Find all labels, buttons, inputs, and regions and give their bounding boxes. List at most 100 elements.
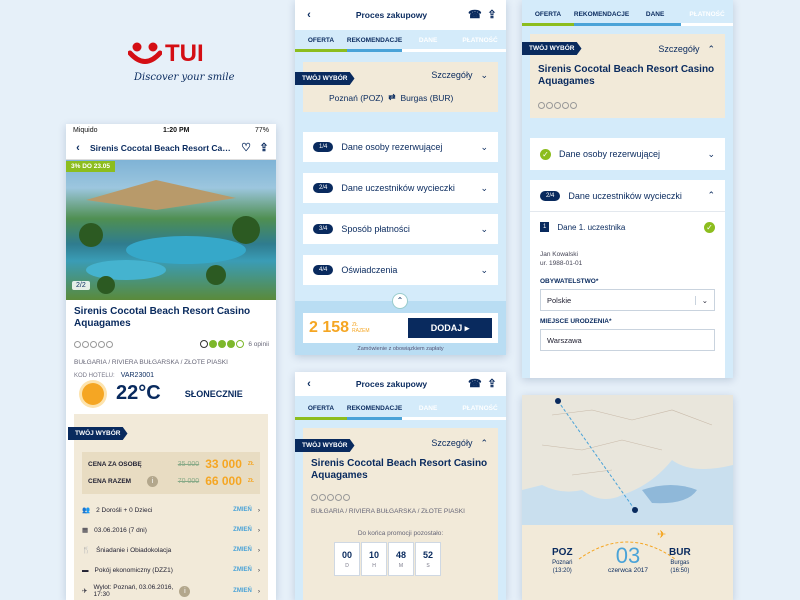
tab-offer[interactable]: OFERTA [295, 32, 347, 52]
details-toggle[interactable]: Szczegóły ⌃ [658, 44, 715, 55]
phone-icon[interactable]: ☎ [468, 9, 482, 21]
tab-data[interactable]: DANE [402, 400, 455, 420]
step-label: Dane osoby rezerwującej [559, 149, 661, 159]
hotel-name: Sirenis Cocotal Beach Resort Casino Aqua… [311, 458, 488, 481]
tui-logo-icon [128, 42, 162, 64]
opinions-count: 6 opinii [248, 340, 269, 348]
step-card[interactable]: 4/4 Oświadczenia ⌄ [303, 255, 498, 285]
participant-row[interactable]: 1 Dane 1. uczestnika ✓ [530, 212, 725, 242]
details-toggle[interactable]: Szczegóły ⌃ [431, 438, 488, 449]
tab-payment[interactable]: PŁATNOŚĆ [681, 6, 733, 26]
option-row: ✈ Wylot: Poznań, 03.06.2016, 17:30 i ZMIEŃ › [82, 584, 260, 598]
hotel-name: Sirenis Cocotal Beach Resort Casino Aqua… [538, 64, 715, 87]
route-from: Poznań (POZ) [329, 92, 384, 103]
countdown-seconds: 52 S [415, 542, 441, 576]
map[interactable] [522, 395, 733, 525]
chevron-down-icon: ⌄ [707, 148, 715, 159]
tripadvisor-rating[interactable]: 6 opinii [200, 340, 269, 348]
stars-rating [311, 488, 351, 506]
total-label: RAZEM [352, 328, 370, 334]
tab-data[interactable]: DANE [402, 32, 455, 52]
step-label: Oświadczenia [341, 265, 398, 275]
participant-dob: ur. 1988-01-01 [540, 260, 583, 267]
participants-panel: 2/4 Dane uczestników wycieczki ⌃ 1 Dane 1. … [530, 180, 725, 378]
heart-icon[interactable]: ♡ [240, 142, 252, 154]
countdown-hours: 10 H [361, 542, 387, 576]
swap-icon: ⇄ [388, 92, 396, 102]
tab-data[interactable]: DANE [629, 6, 682, 26]
photo-pager: 2/2 [72, 281, 90, 290]
temperature: 22°C [116, 382, 161, 404]
chevron-down-icon: ⌄ [480, 182, 488, 193]
tab-offer[interactable]: OFERTA [295, 400, 347, 420]
back-icon[interactable]: ‹ [303, 378, 315, 390]
chevron-up-icon[interactable]: ⌃ [392, 293, 408, 309]
step-card[interactable]: 3/4 Sposób płatności ⌄ [303, 214, 498, 244]
details-toggle[interactable]: Szczegóły ⌄ [431, 70, 488, 81]
back-icon[interactable]: ‹ [303, 9, 315, 21]
back-icon[interactable]: ‹ [72, 142, 84, 154]
tab-recommendations[interactable]: REKOMENDACJE [346, 400, 403, 420]
arrival-code: BUR [669, 547, 691, 558]
progress-tabs: OFERTA REKOMENDACJE DANE PŁATNOŚĆ [295, 32, 506, 52]
checkout-steps: 1/4 Dane osoby rezerwującej ⌄ 2/4 Dane ucze… [295, 132, 506, 285]
step-number: 3/4 [313, 224, 334, 234]
hotel-detail-screen: Miquido 1:20 PM 77% ‹ Sirenis Cocotal Be… [66, 124, 276, 600]
change-button[interactable]: ZMIEŃ [233, 507, 252, 513]
tab-recommendations[interactable]: REKOMENDACJE [573, 6, 630, 26]
phone-icon[interactable]: ☎ [468, 378, 482, 390]
citizenship-value: Polskie [547, 295, 572, 305]
change-button[interactable]: ZMIEŃ [233, 547, 252, 553]
price-person-label: CENA ZA OSOBĘ [88, 460, 142, 468]
add-button[interactable]: DODAJ ▸ [408, 318, 492, 338]
bed-icon: ▬ [82, 566, 89, 574]
hotel-location: BUŁGARIA / RIVIERA BUŁGARSKA / ZŁOTE PIA… [311, 508, 465, 515]
change-button[interactable]: ZMIEŃ [233, 527, 252, 533]
option-row: ▦ 03.06.2016 (7 dni) ZMIEŃ › [82, 526, 260, 535]
citizenship-select[interactable]: Polskie ⌄ [540, 289, 715, 311]
currency: ZŁ [247, 461, 254, 467]
price-person: 33 000 [205, 457, 242, 471]
page-title: Sirenis Cocotal Beach Resort Cas... [90, 142, 234, 153]
page-title: Proces zakupowy [355, 10, 428, 20]
add-label: DODAJ [430, 323, 463, 333]
hotel-photo[interactable] [66, 160, 276, 300]
brand-name: TUI [165, 40, 204, 67]
price-total: 66 000 [205, 474, 242, 488]
share-icon[interactable]: ⇪ [258, 142, 270, 154]
step-label: Dane uczestników wycieczki [341, 183, 455, 193]
change-button[interactable]: ZMIEŃ [233, 567, 252, 573]
step-label: Dane osoby rezerwującej [341, 142, 443, 152]
step-card-open[interactable]: 2/4 Dane uczestników wycieczki ⌃ [530, 180, 725, 212]
stars-rating [538, 96, 578, 114]
tab-recommendations[interactable]: REKOMENDACJE [346, 32, 403, 52]
share-icon[interactable]: ⇪ [486, 9, 498, 21]
flight-map-card: ✈ POZ Poznań (13:20) 03 czerwca 2017 BUR… [522, 395, 733, 600]
flight-date: 03 czerwca 2017 [598, 545, 658, 575]
step-label: Dane uczestników wycieczki [568, 190, 682, 201]
step-number: 4/4 [313, 265, 334, 275]
option-text: Śniadanie i Obiadokolacja [96, 546, 172, 554]
currency: ZŁ [247, 478, 254, 484]
change-button[interactable]: ZMIEŃ [233, 588, 252, 594]
step-card[interactable]: 2/4 Dane uczestników wycieczki ⌄ [303, 173, 498, 203]
hotel-code-label: KOD HOTELU: [74, 372, 115, 379]
birthplace-label: MIEJSCE URODZENIA* [540, 318, 612, 325]
map-graphic [522, 395, 733, 513]
share-icon[interactable]: ⇪ [486, 378, 498, 390]
plane-icon: ✈ [657, 529, 667, 541]
header: ‹ Sirenis Cocotal Beach Resort Cas... ♡ … [66, 136, 276, 160]
step-card-done[interactable]: ✓ Dane osoby rezerwującej ⌄ [530, 138, 725, 170]
birthplace-input[interactable]: Warszawa [540, 329, 715, 351]
step-card[interactable]: 1/4 Dane osoby rezerwującej ⌄ [303, 132, 498, 162]
choice-tag: TWÓJ WYBÓR [68, 427, 128, 440]
route-to: Burgas (BUR) [400, 92, 454, 103]
tab-payment[interactable]: PŁATNOŚĆ [454, 400, 506, 420]
tab-payment[interactable]: PŁATNOŚĆ [454, 32, 506, 52]
details-label: Szczegóły [431, 70, 473, 80]
info-icon[interactable]: i [179, 585, 191, 597]
tab-offer[interactable]: OFERTA [522, 6, 574, 26]
route: Poznań (POZ) ⇄ Burgas (BUR) [329, 92, 453, 103]
info-icon[interactable]: i [147, 475, 159, 487]
summary-bar: ⌃ 2 158 ZŁ RAZEM DODAJ ▸ Zamówienie z obo… [295, 293, 506, 355]
